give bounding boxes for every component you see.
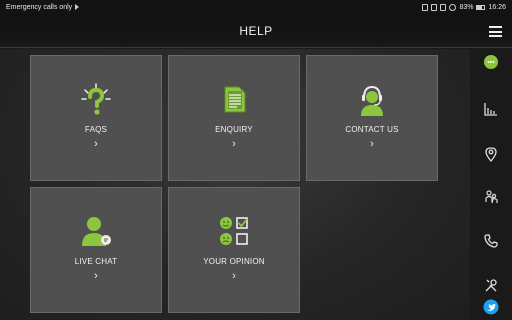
chevron-right-icon: › xyxy=(232,270,236,282)
bar-chart-icon[interactable] xyxy=(483,101,499,117)
tile-live-chat[interactable]: LIVE CHAT › xyxy=(30,187,162,313)
tile-faqs[interactable]: FAQS › xyxy=(30,55,162,181)
play-store-icon xyxy=(75,4,80,10)
signal-icon xyxy=(440,3,447,11)
person-chat-icon xyxy=(31,214,161,248)
status-text: Emergency calls only xyxy=(6,3,73,11)
location-pin-icon[interactable] xyxy=(483,146,499,163)
alarm-icon xyxy=(449,3,457,11)
people-icon[interactable] xyxy=(483,189,499,205)
vibrate-icon xyxy=(422,3,429,11)
tile-label: CONTACT US xyxy=(345,125,399,134)
tile-contact-us[interactable]: CONTACT US › xyxy=(306,55,438,181)
chevron-right-icon: › xyxy=(94,138,98,150)
tile-label: ENQUIRY xyxy=(215,125,253,134)
survey-smiley-icon xyxy=(169,214,299,248)
main-content: FAQS › ENQUIRY › CONTACT US › LIVE CHAT … xyxy=(0,49,470,320)
app-bar: HELP xyxy=(0,14,512,48)
active-bubble-icon[interactable] xyxy=(483,54,499,70)
tile-your-opinion[interactable]: YOUR OPINION › xyxy=(168,187,300,313)
wifi-icon xyxy=(431,3,438,11)
status-bar: Emergency calls only 83% 16:26 xyxy=(0,0,512,14)
battery-icon xyxy=(476,4,486,10)
question-bulb-icon xyxy=(31,82,161,116)
chevron-right-icon: › xyxy=(232,138,236,150)
right-sidebar xyxy=(470,49,512,320)
headset-agent-icon xyxy=(307,82,437,116)
chevron-right-icon: › xyxy=(370,138,374,150)
tile-label: YOUR OPINION xyxy=(203,257,265,266)
hamburger-menu-icon[interactable] xyxy=(489,26,502,37)
clock: 16:26 xyxy=(488,3,506,11)
chevron-right-icon: › xyxy=(94,270,98,282)
page-title: HELP xyxy=(239,24,273,38)
document-icon xyxy=(169,82,299,116)
battery-percent: 83% xyxy=(459,3,474,11)
tile-label: LIVE CHAT xyxy=(74,257,118,266)
tile-label: FAQS xyxy=(84,125,108,134)
phone-icon[interactable] xyxy=(483,233,499,249)
twitter-icon[interactable] xyxy=(483,299,499,315)
tile-enquiry[interactable]: ENQUIRY › xyxy=(168,55,300,181)
tools-icon[interactable] xyxy=(483,277,499,293)
